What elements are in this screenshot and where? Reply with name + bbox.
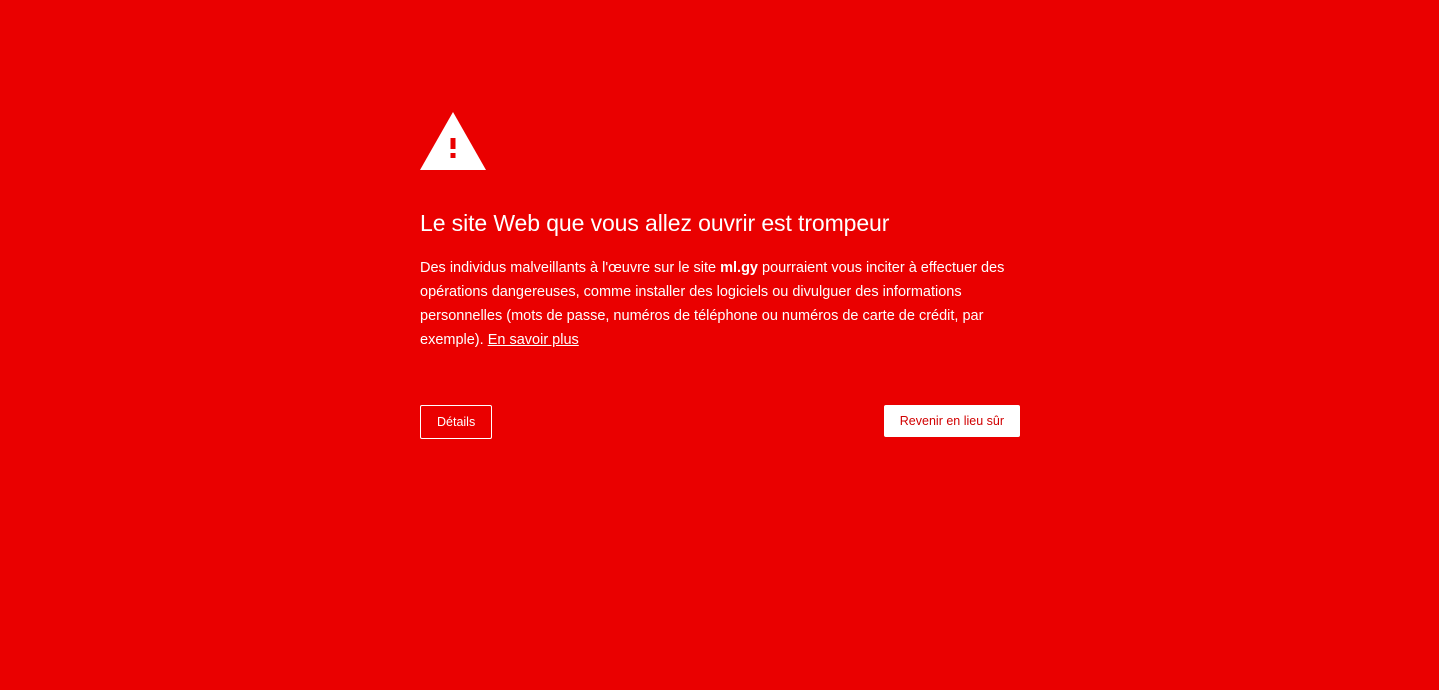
warning-content: Le site Web que vous allez ouvrir est tr… — [420, 112, 1020, 439]
button-row: Détails Revenir en lieu sûr — [420, 405, 1020, 439]
site-domain: ml.gy — [720, 260, 758, 276]
warning-triangle-icon — [420, 112, 486, 170]
message-text-start: Des individus malveillants à l'œuvre sur… — [420, 260, 721, 276]
page-title: Le site Web que vous allez ouvrir est tr… — [420, 210, 890, 236]
details-button[interactable]: Détails — [420, 405, 493, 439]
back-to-safety-button[interactable]: Revenir en lieu sûr — [883, 405, 1020, 437]
learn-more-link[interactable]: En savoir plus — [488, 332, 579, 348]
interstitial-page: Le site Web que vous allez ouvrir est tr… — [0, 0, 1439, 690]
warning-message: Des individus malveillants à l'œuvre sur… — [420, 256, 1020, 352]
